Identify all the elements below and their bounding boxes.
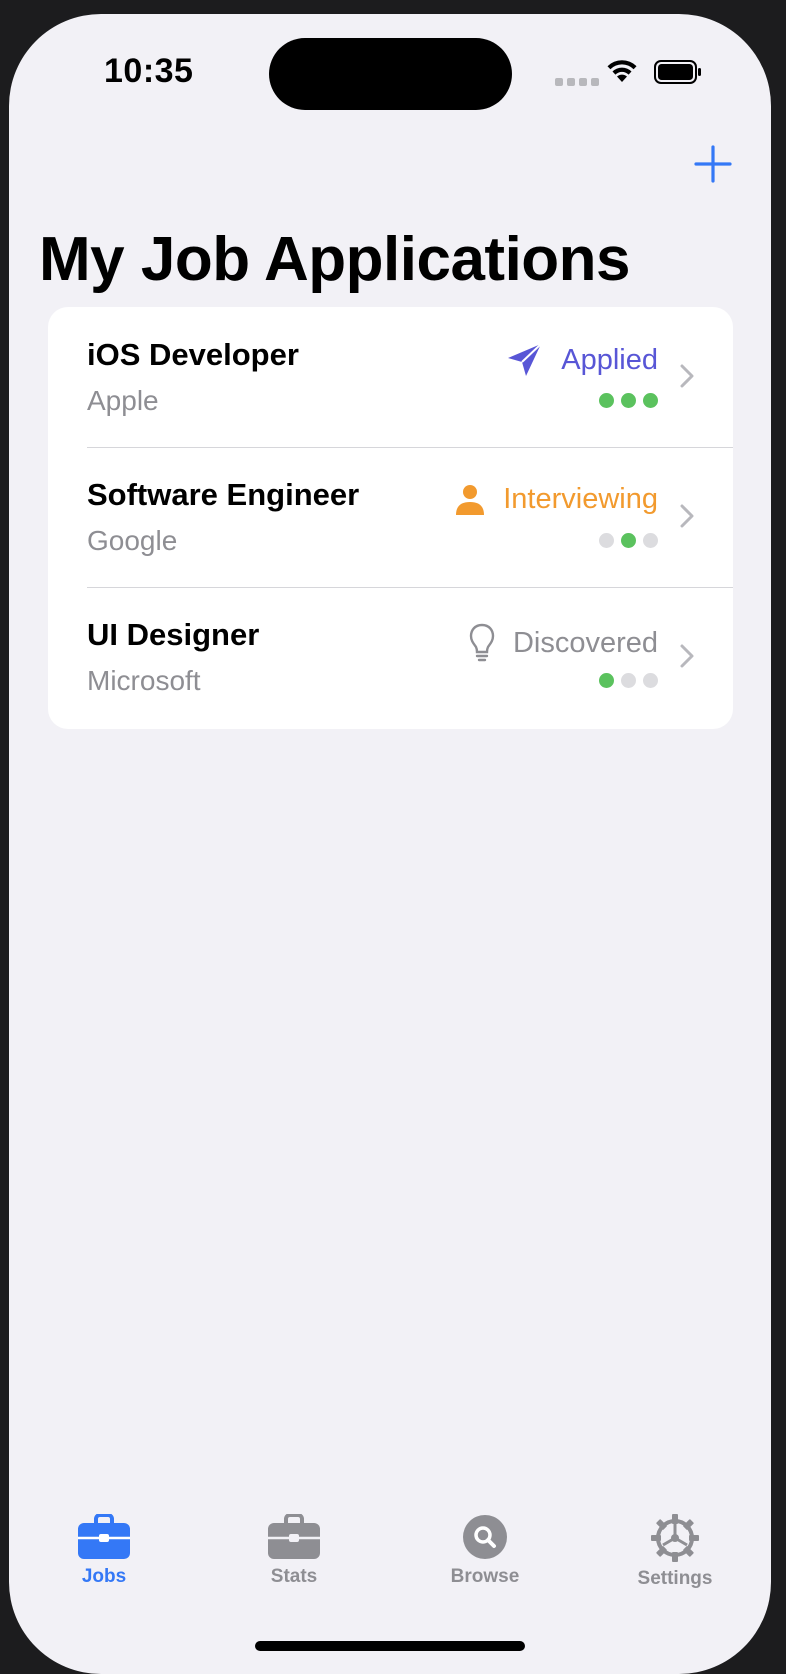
tab-stats[interactable]: Stats	[234, 1514, 354, 1588]
progress-dot	[643, 393, 658, 408]
cellular-signal-icon	[555, 78, 599, 86]
gear-icon	[651, 1514, 699, 1562]
status-time: 10:35	[104, 52, 194, 90]
status-indicator: Discovered	[469, 623, 658, 663]
tab-label: Jobs	[81, 1566, 127, 1587]
job-title: Software Engineer	[87, 477, 360, 512]
chevron-right-icon	[680, 644, 694, 668]
tab-settings[interactable]: Settings	[615, 1514, 735, 1590]
job-title: iOS Developer	[87, 337, 299, 372]
job-list: iOS Developer Apple Applied Software Eng…	[48, 307, 733, 729]
job-company: Apple	[87, 385, 159, 416]
progress-dots	[599, 393, 658, 408]
chevron-right-icon	[680, 364, 694, 388]
search-icon	[463, 1515, 507, 1559]
progress-dots	[599, 673, 658, 688]
home-indicator	[255, 1641, 525, 1651]
job-company: Microsoft	[87, 665, 201, 696]
add-job-button[interactable]	[693, 144, 733, 184]
dynamic-island	[269, 38, 512, 110]
status-indicator: Interviewing	[455, 483, 658, 516]
progress-dot	[621, 673, 636, 688]
progress-dots	[599, 533, 658, 548]
status-label: Discovered	[512, 626, 658, 659]
progress-dot	[643, 533, 658, 548]
tab-label: Stats	[270, 1566, 318, 1587]
status-label: Interviewing	[503, 483, 658, 515]
battery-icon	[654, 60, 701, 84]
tab-browse[interactable]: Browse	[425, 1514, 545, 1588]
briefcase-icon	[78, 1514, 130, 1559]
person-icon	[456, 484, 485, 515]
job-company: Google	[87, 525, 178, 556]
page-title: My Job Applications	[39, 225, 631, 294]
tab-bar: Jobs Stats Browse Settings	[9, 1514, 771, 1604]
job-row[interactable]: Software Engineer Google Interviewing	[48, 447, 733, 587]
progress-dot	[599, 673, 614, 688]
progress-dot	[599, 393, 614, 408]
tab-label: Browse	[450, 1566, 520, 1587]
briefcase-icon	[268, 1514, 320, 1559]
progress-dot	[621, 533, 636, 548]
wifi-icon	[607, 60, 637, 82]
tab-jobs[interactable]: Jobs	[44, 1514, 164, 1588]
chevron-right-icon	[680, 504, 694, 528]
device-frame: 10:35 My Job Applications iOS Developer …	[0, 0, 786, 1674]
app-screen: 10:35 My Job Applications iOS Developer …	[9, 14, 771, 1674]
progress-dot	[621, 393, 636, 408]
tab-label: Settings	[637, 1568, 713, 1589]
lightbulb-icon	[469, 623, 495, 662]
progress-dot	[643, 673, 658, 688]
job-title: UI Designer	[87, 617, 260, 652]
job-row[interactable]: iOS Developer Apple Applied	[48, 307, 733, 447]
status-label: Applied	[561, 343, 658, 376]
status-indicator: Applied	[507, 343, 658, 377]
job-row[interactable]: UI Designer Microsoft Discovered	[48, 587, 733, 727]
progress-dot	[599, 533, 614, 548]
paperplane-icon	[508, 343, 542, 376]
